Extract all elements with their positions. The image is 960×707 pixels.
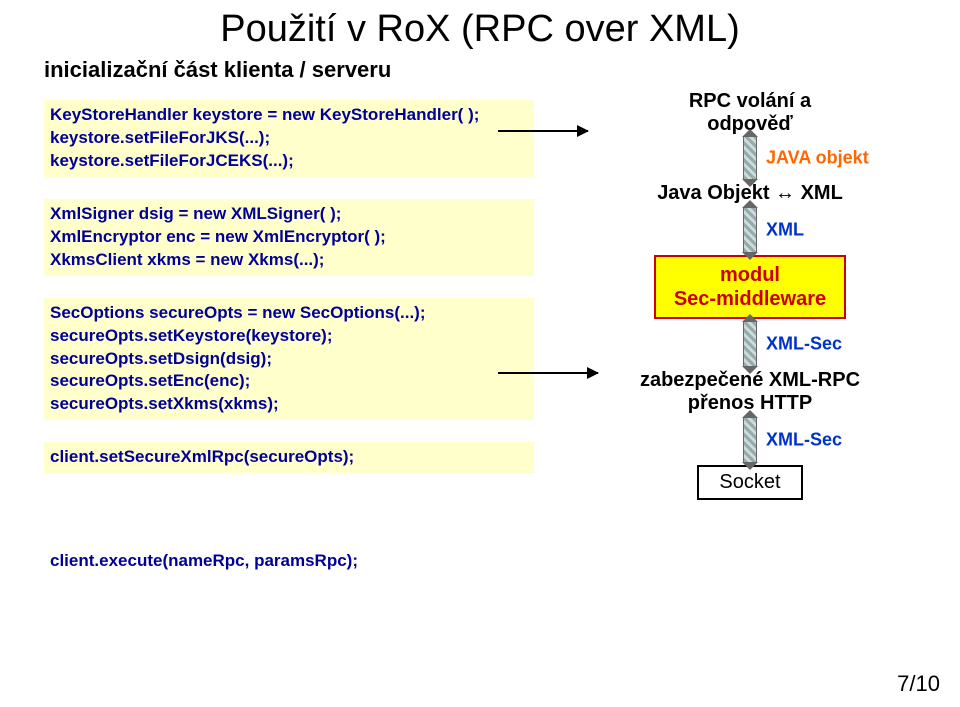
code-line: XmlEncryptor enc = new XmlEncryptor( ); <box>50 226 528 249</box>
stack-sec-middleware: modul Sec-middleware <box>654 255 846 319</box>
code-block-xmlsigner: XmlSigner dsig = new XMLSigner( ); XmlEn… <box>44 199 534 276</box>
pipe-connector: XML-Sec <box>743 417 757 463</box>
label-xml-sec: XML-Sec <box>766 334 842 355</box>
pipe-connector: XML-Sec <box>743 321 757 367</box>
page-number: 7/10 <box>897 671 940 697</box>
page-title: Použití v RoX (RPC over XML) <box>0 0 960 57</box>
pipe-connector: JAVA objekt <box>743 136 757 180</box>
code-line: client.setSecureXmlRpc(secureOpts); <box>50 446 528 469</box>
code-column: KeyStoreHandler keystore = new KeyStoreH… <box>44 100 534 573</box>
code-line: keystore.setFileForJKS(...); <box>50 127 528 150</box>
code-execute: client.execute(nameRpc, paramsRpc); <box>44 549 534 573</box>
arrow-icon <box>498 130 588 132</box>
label-xml: XML <box>766 220 804 241</box>
code-line: secureOpts.setXkms(xkms); <box>50 393 528 416</box>
label-java-objekt: JAVA objekt <box>766 148 869 169</box>
label-xml-sec: XML-Sec <box>766 430 842 451</box>
code-line: SecOptions secureOpts = new SecOptions(.… <box>50 302 528 325</box>
pipe-connector: XML <box>743 207 757 253</box>
text: Sec-middleware <box>674 287 826 311</box>
stack-secure-xmlrpc: zabezpečené XML-RPC přenos HTTP <box>640 369 860 415</box>
architecture-stack: RPC volání a odpověď JAVA objekt Java Ob… <box>580 80 920 500</box>
code-line: XkmsClient xkms = new Xkms(...); <box>50 249 528 272</box>
stack-socket: Socket <box>697 465 802 500</box>
code-line: XmlSigner dsig = new XMLSigner( ); <box>50 203 528 226</box>
code-line: secureOpts.setDsign(dsig); <box>50 348 528 371</box>
code-line: secureOpts.setEnc(enc); <box>50 370 528 393</box>
code-block-keystore: KeyStoreHandler keystore = new KeyStoreH… <box>44 100 534 177</box>
code-line: KeyStoreHandler keystore = new KeyStoreH… <box>50 104 528 127</box>
text: RPC volání a <box>689 90 811 113</box>
code-block-secoptions: SecOptions secureOpts = new SecOptions(.… <box>44 298 534 421</box>
code-line: secureOpts.setKeystore(keystore); <box>50 325 528 348</box>
code-block-setsecure: client.setSecureXmlRpc(secureOpts); <box>44 442 534 473</box>
text: modul <box>674 263 826 287</box>
code-line: keystore.setFileForJCEKS(...); <box>50 150 528 173</box>
